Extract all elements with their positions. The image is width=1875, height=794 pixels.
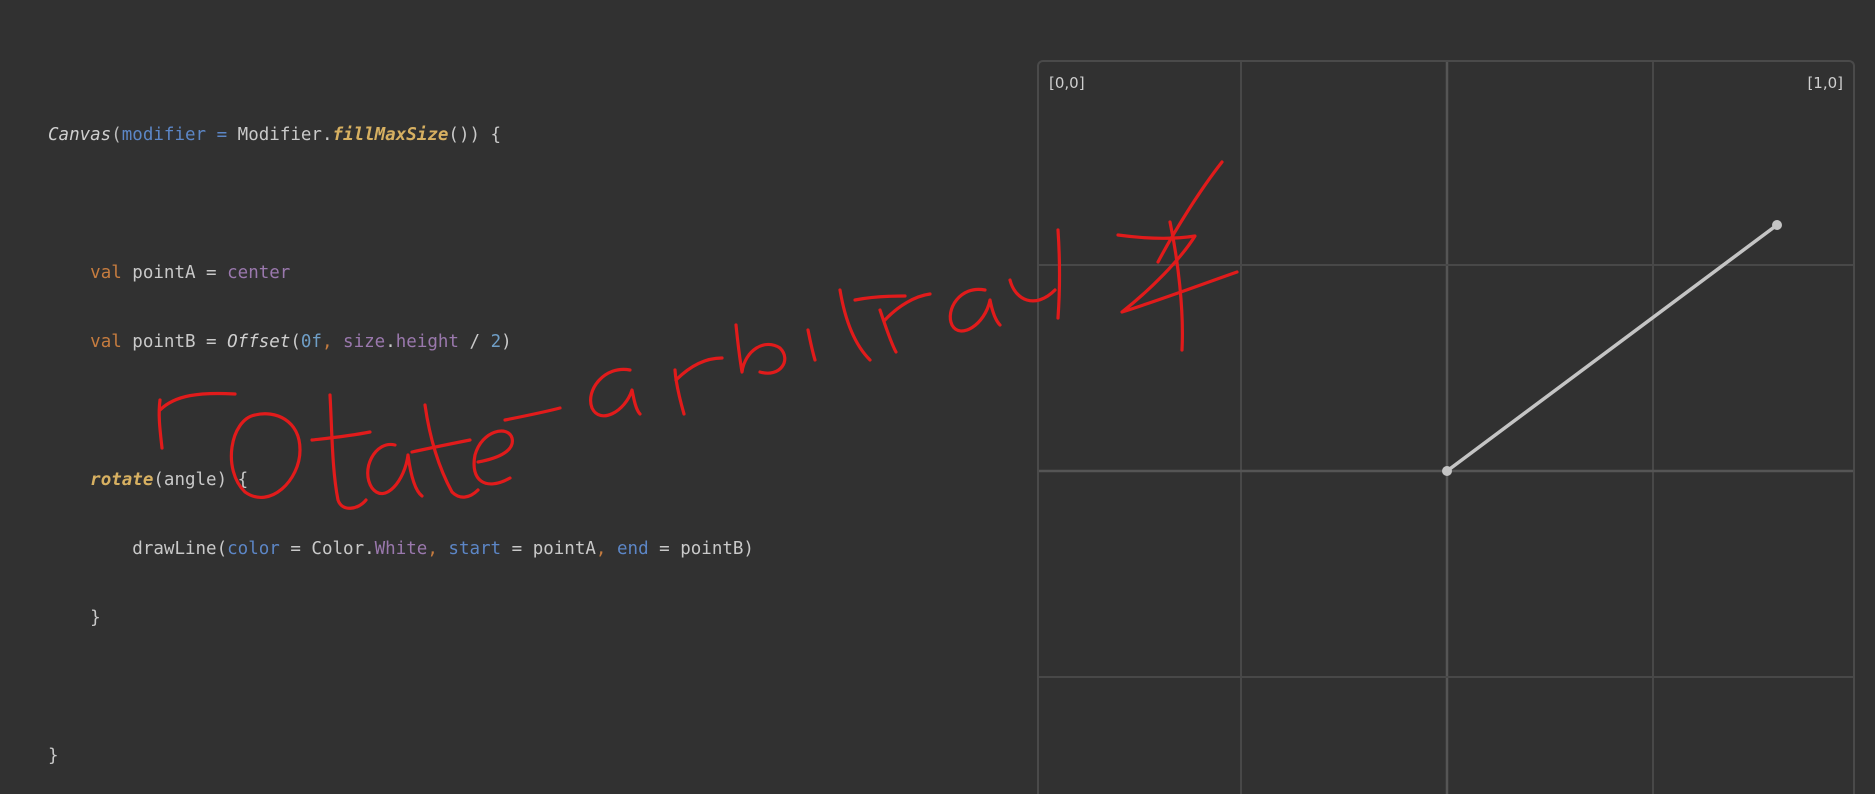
code-token: val [90,263,122,283]
code-token: size [343,332,386,352]
code-token: Canvas [48,125,112,145]
code-line-6: } [48,607,754,630]
code-line-4: rotate(angle) { [48,469,754,492]
top-right-label: [1,0] [1807,74,1843,92]
code-token: color [227,539,280,559]
code-line-7: } [48,745,754,768]
code-token: = pointA [501,539,596,559]
canvas-grid [1039,62,1853,794]
code-token: . [385,332,396,352]
code-token: drawLine( [132,539,228,559]
code-token: = pointB) [648,539,754,559]
code-token: start [448,539,502,559]
ink-stroke [853,294,907,302]
code-token: ) [501,332,512,352]
code-line-5: drawLine(color = Color.White, start = po… [48,538,754,561]
canvas-preview: [0,0] [1,0] [1037,60,1855,794]
ink-stroke [883,292,932,322]
code-token: , [321,332,344,352]
ink-stroke [838,288,872,362]
code-token: White [374,539,428,559]
ink-stroke [878,308,898,354]
code-token: modifier [121,125,207,145]
code-token: = Color. [279,539,375,559]
ink-stroke [948,287,1002,333]
code-token: 0f [300,332,322,352]
code-token: (angle) { [153,470,249,490]
code-token: , [595,539,617,559]
code-token: val [90,332,122,352]
code-token: , [427,539,449,559]
code-token: / [458,332,491,352]
point-b-dot [1772,220,1782,230]
code-token: } [90,608,101,628]
code-token: rotate [90,470,154,490]
code-token: ()) { [448,125,502,145]
rotated-line [1445,223,1779,473]
code-token: ( [111,125,122,145]
code-token: = [206,125,238,145]
code-token: Modifier. [237,125,333,145]
code-token: ( [290,332,301,352]
code-line-3: val pointB = Offset(0f, size.height / 2) [48,331,754,354]
code-token: fillMaxSize [332,125,449,145]
code-token: Offset [227,332,291,352]
code-token: end [617,539,649,559]
stage: Canvas(modifier = Modifier.fillMaxSize()… [0,0,1875,794]
code-token: 2 [490,332,502,352]
point-a-dot [1442,466,1452,476]
code-token: height [395,332,459,352]
code-token: pointB = [121,332,228,352]
code-token: center [227,263,291,283]
code-line-2: val pointA = center [48,262,754,285]
ink-stroke [806,328,817,362]
code-token: pointA = [121,263,228,283]
code-token: } [48,746,59,766]
code-line-1: Canvas(modifier = Modifier.fillMaxSize()… [48,124,754,147]
origin-label: [0,0] [1049,74,1085,92]
code-block: Canvas(modifier = Modifier.fillMaxSize()… [48,78,754,794]
